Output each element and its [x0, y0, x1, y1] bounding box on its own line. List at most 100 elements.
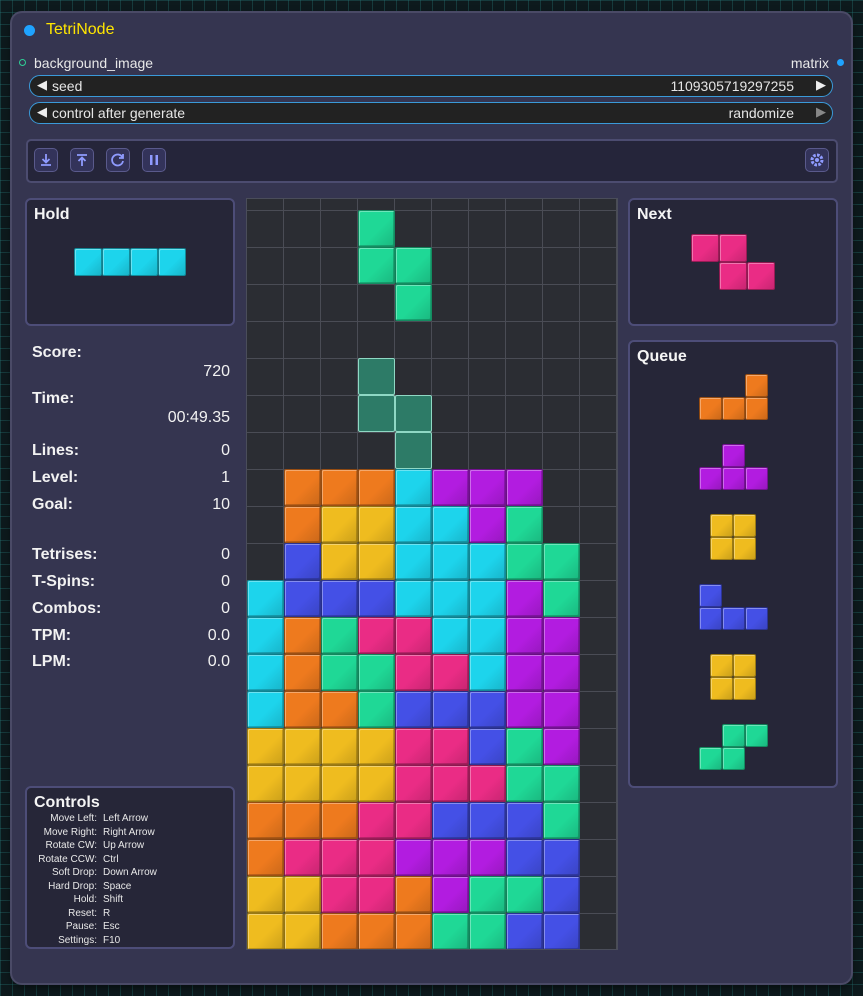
board-cell-T [543, 617, 580, 654]
control-after-generate-widget[interactable]: ◀ control after generate randomize ▶ [29, 102, 833, 124]
control-key: Shift [103, 894, 124, 905]
board-cell-Z [395, 617, 432, 654]
board-cell-S [506, 728, 543, 765]
hold-piece-cell [158, 248, 186, 276]
board-cell-Z [432, 728, 469, 765]
queue-piece-1-cell [698, 397, 722, 420]
queue-title: Queue [637, 348, 687, 365]
tetrises-label: Tetrises: [32, 546, 98, 563]
queue-piece-5-cell [710, 654, 733, 677]
lpm-label: LPM: [32, 653, 72, 670]
queue-piece-1-cell [744, 374, 768, 397]
queue-piece-6-cell [744, 724, 768, 747]
control-action: Settings: [58, 934, 97, 946]
board-cell-T [432, 876, 469, 913]
board-cell-J [543, 839, 580, 876]
control-value[interactable]: randomize [729, 105, 794, 121]
control-action: Rotate CW: [45, 840, 98, 851]
board-cell-O [358, 765, 395, 802]
board-cell-S [506, 543, 543, 580]
board-cell-T [506, 654, 543, 691]
seed-value[interactable]: 1109305719297255 [670, 78, 794, 94]
output-slot-icon[interactable] [837, 59, 844, 66]
board-cell-Z [321, 839, 358, 876]
board-cell-Z [395, 728, 432, 765]
seed-widget[interactable]: ◀ seed 1109305719297255 ▶ [29, 75, 833, 97]
control-key: Space [103, 880, 132, 892]
queue-piece-5-cell [733, 677, 756, 700]
tetrises-value: 0 [221, 546, 230, 563]
board-cell-S [395, 284, 432, 321]
gear-icon[interactable] [805, 148, 829, 172]
seed-decrement-icon[interactable]: ◀ [37, 77, 47, 93]
board-cell-J [358, 580, 395, 617]
queue-piece-1-cell [744, 397, 768, 420]
next-piece-cell [691, 234, 719, 262]
board-cell-L [284, 654, 321, 691]
board-cell-J [469, 691, 506, 728]
board-cell-O [358, 506, 395, 543]
control-action: Pause: [65, 921, 97, 932]
board-cell-L [284, 469, 321, 506]
queue-piece-6-cell [698, 747, 722, 770]
board-cell-S [469, 876, 506, 913]
board-cell-O [247, 728, 284, 765]
board-cell-L [284, 617, 321, 654]
board-cell-S [432, 913, 469, 949]
board-cell-O [321, 728, 358, 765]
board-cell-T [395, 839, 432, 876]
controls-panel: Controls Move Left: Left Arrow Move Right:… [25, 786, 235, 949]
board-cell-J [469, 728, 506, 765]
upload-icon[interactable] [70, 148, 94, 172]
reset-icon[interactable] [106, 148, 130, 172]
board-cell-I [395, 580, 432, 617]
control-increment-icon[interactable]: ▶ [816, 104, 826, 120]
board-cell-S [358, 210, 395, 247]
board-cell-S [543, 802, 580, 839]
tspins-label: T-Spins: [32, 573, 96, 590]
board-cell-O [321, 543, 358, 580]
board-cell-O [284, 728, 321, 765]
board-cell-S [469, 913, 506, 949]
board-cell-S [321, 617, 358, 654]
control-key: Left Arrow [103, 813, 149, 824]
board-cell-T [543, 691, 580, 728]
seed-increment-icon[interactable]: ▶ [816, 77, 826, 93]
score-value: 720 [203, 363, 230, 380]
board-cell-I [247, 580, 284, 617]
board-cell-O [284, 765, 321, 802]
game-board[interactable] [246, 198, 618, 950]
input-label: background_image [34, 55, 154, 71]
next-piece-cell [747, 262, 775, 290]
tspins-value: 0 [221, 573, 230, 590]
board-cell-L [284, 802, 321, 839]
control-action: Hard Drop: [48, 880, 97, 892]
ghost-cell [358, 395, 395, 432]
board-cell-S [395, 247, 432, 284]
board-cell-I [469, 654, 506, 691]
control-decrement-icon[interactable]: ◀ [37, 104, 47, 120]
input-slot-icon[interactable] [19, 59, 26, 66]
hold-piece-cell [130, 248, 158, 276]
board-cell-O [247, 876, 284, 913]
board-cell-O [284, 913, 321, 949]
board-cell-J [543, 876, 580, 913]
queue-piece-6-cell [721, 747, 745, 770]
board-cell-I [432, 506, 469, 543]
queue-piece-2-cell [744, 467, 768, 490]
queue-piece-2-cell [721, 467, 745, 490]
board-cell-O [247, 765, 284, 802]
board-cell-J [284, 543, 321, 580]
controls-title: Controls [34, 794, 100, 811]
next-title: Next [637, 206, 672, 223]
queue-piece-5-cell [710, 677, 733, 700]
board-cell-L [284, 691, 321, 728]
board-cell-L [395, 913, 432, 949]
board-cell-I [432, 617, 469, 654]
download-icon[interactable] [34, 148, 58, 172]
queue-piece-2-cell [698, 467, 722, 490]
lines-value: 0 [221, 442, 230, 459]
pause-icon[interactable] [142, 148, 166, 172]
queue-piece-1-cell [721, 397, 745, 420]
node-titlebar[interactable]: TetriNode [12, 13, 851, 48]
